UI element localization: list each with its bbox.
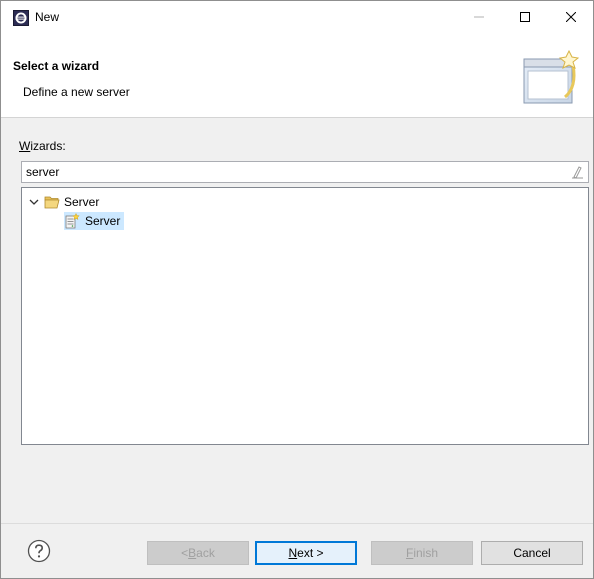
tree-node-server-wizard[interactable]: Server bbox=[64, 212, 125, 230]
wizard-banner-icon bbox=[523, 49, 580, 104]
wizards-label: Wizards: bbox=[19, 139, 66, 153]
minimize-icon bbox=[474, 16, 484, 18]
maximize-icon bbox=[520, 12, 530, 22]
finish-button-mnemonic: F bbox=[405, 546, 414, 560]
chevron-down-icon[interactable] bbox=[28, 196, 40, 208]
banner-description: Define a new server bbox=[23, 85, 130, 99]
tree-node-label: Server bbox=[85, 214, 121, 228]
help-icon[interactable] bbox=[27, 539, 51, 563]
maximize-button[interactable] bbox=[502, 1, 548, 33]
folder-open-icon bbox=[44, 196, 60, 209]
tree-node-label: Server bbox=[64, 195, 100, 209]
new-server-icon bbox=[65, 213, 80, 229]
wizard-filter-field[interactable] bbox=[21, 161, 589, 183]
cancel-button-label: Cancel bbox=[513, 546, 551, 560]
wizards-label-mnemonic: W bbox=[19, 139, 31, 153]
finish-button-rest: inish bbox=[413, 546, 439, 560]
back-button-mnemonic: B bbox=[188, 546, 197, 560]
next-button-rest: ext > bbox=[297, 546, 324, 560]
wizard-filter-input[interactable] bbox=[22, 162, 562, 182]
eclipse-app-icon bbox=[13, 10, 29, 26]
back-button-rest: ack bbox=[196, 546, 215, 560]
window-title: New bbox=[35, 10, 60, 24]
back-button-prefix: < bbox=[181, 546, 189, 560]
finish-button[interactable]: Finish bbox=[371, 541, 473, 565]
minimize-button[interactable] bbox=[456, 1, 502, 33]
wizards-label-rest: izards: bbox=[30, 139, 66, 153]
clear-filter-icon[interactable] bbox=[570, 165, 584, 179]
tree-node-server-category[interactable]: Server bbox=[28, 193, 99, 211]
close-icon bbox=[566, 12, 576, 22]
new-wizard-dialog: New Select a wizard Define a new server bbox=[0, 0, 594, 579]
title-bar[interactable]: New bbox=[1, 1, 593, 33]
next-button-mnemonic: N bbox=[288, 546, 298, 560]
close-button[interactable] bbox=[548, 1, 594, 33]
wizard-banner: Select a wizard Define a new server bbox=[1, 33, 593, 118]
button-bar-separator bbox=[1, 523, 593, 524]
banner-title: Select a wizard bbox=[13, 59, 100, 73]
next-button[interactable]: Next > bbox=[255, 541, 357, 565]
back-button[interactable]: < Back bbox=[147, 541, 249, 565]
wizard-tree[interactable]: Server Server bbox=[21, 187, 589, 445]
cancel-button[interactable]: Cancel bbox=[481, 541, 583, 565]
